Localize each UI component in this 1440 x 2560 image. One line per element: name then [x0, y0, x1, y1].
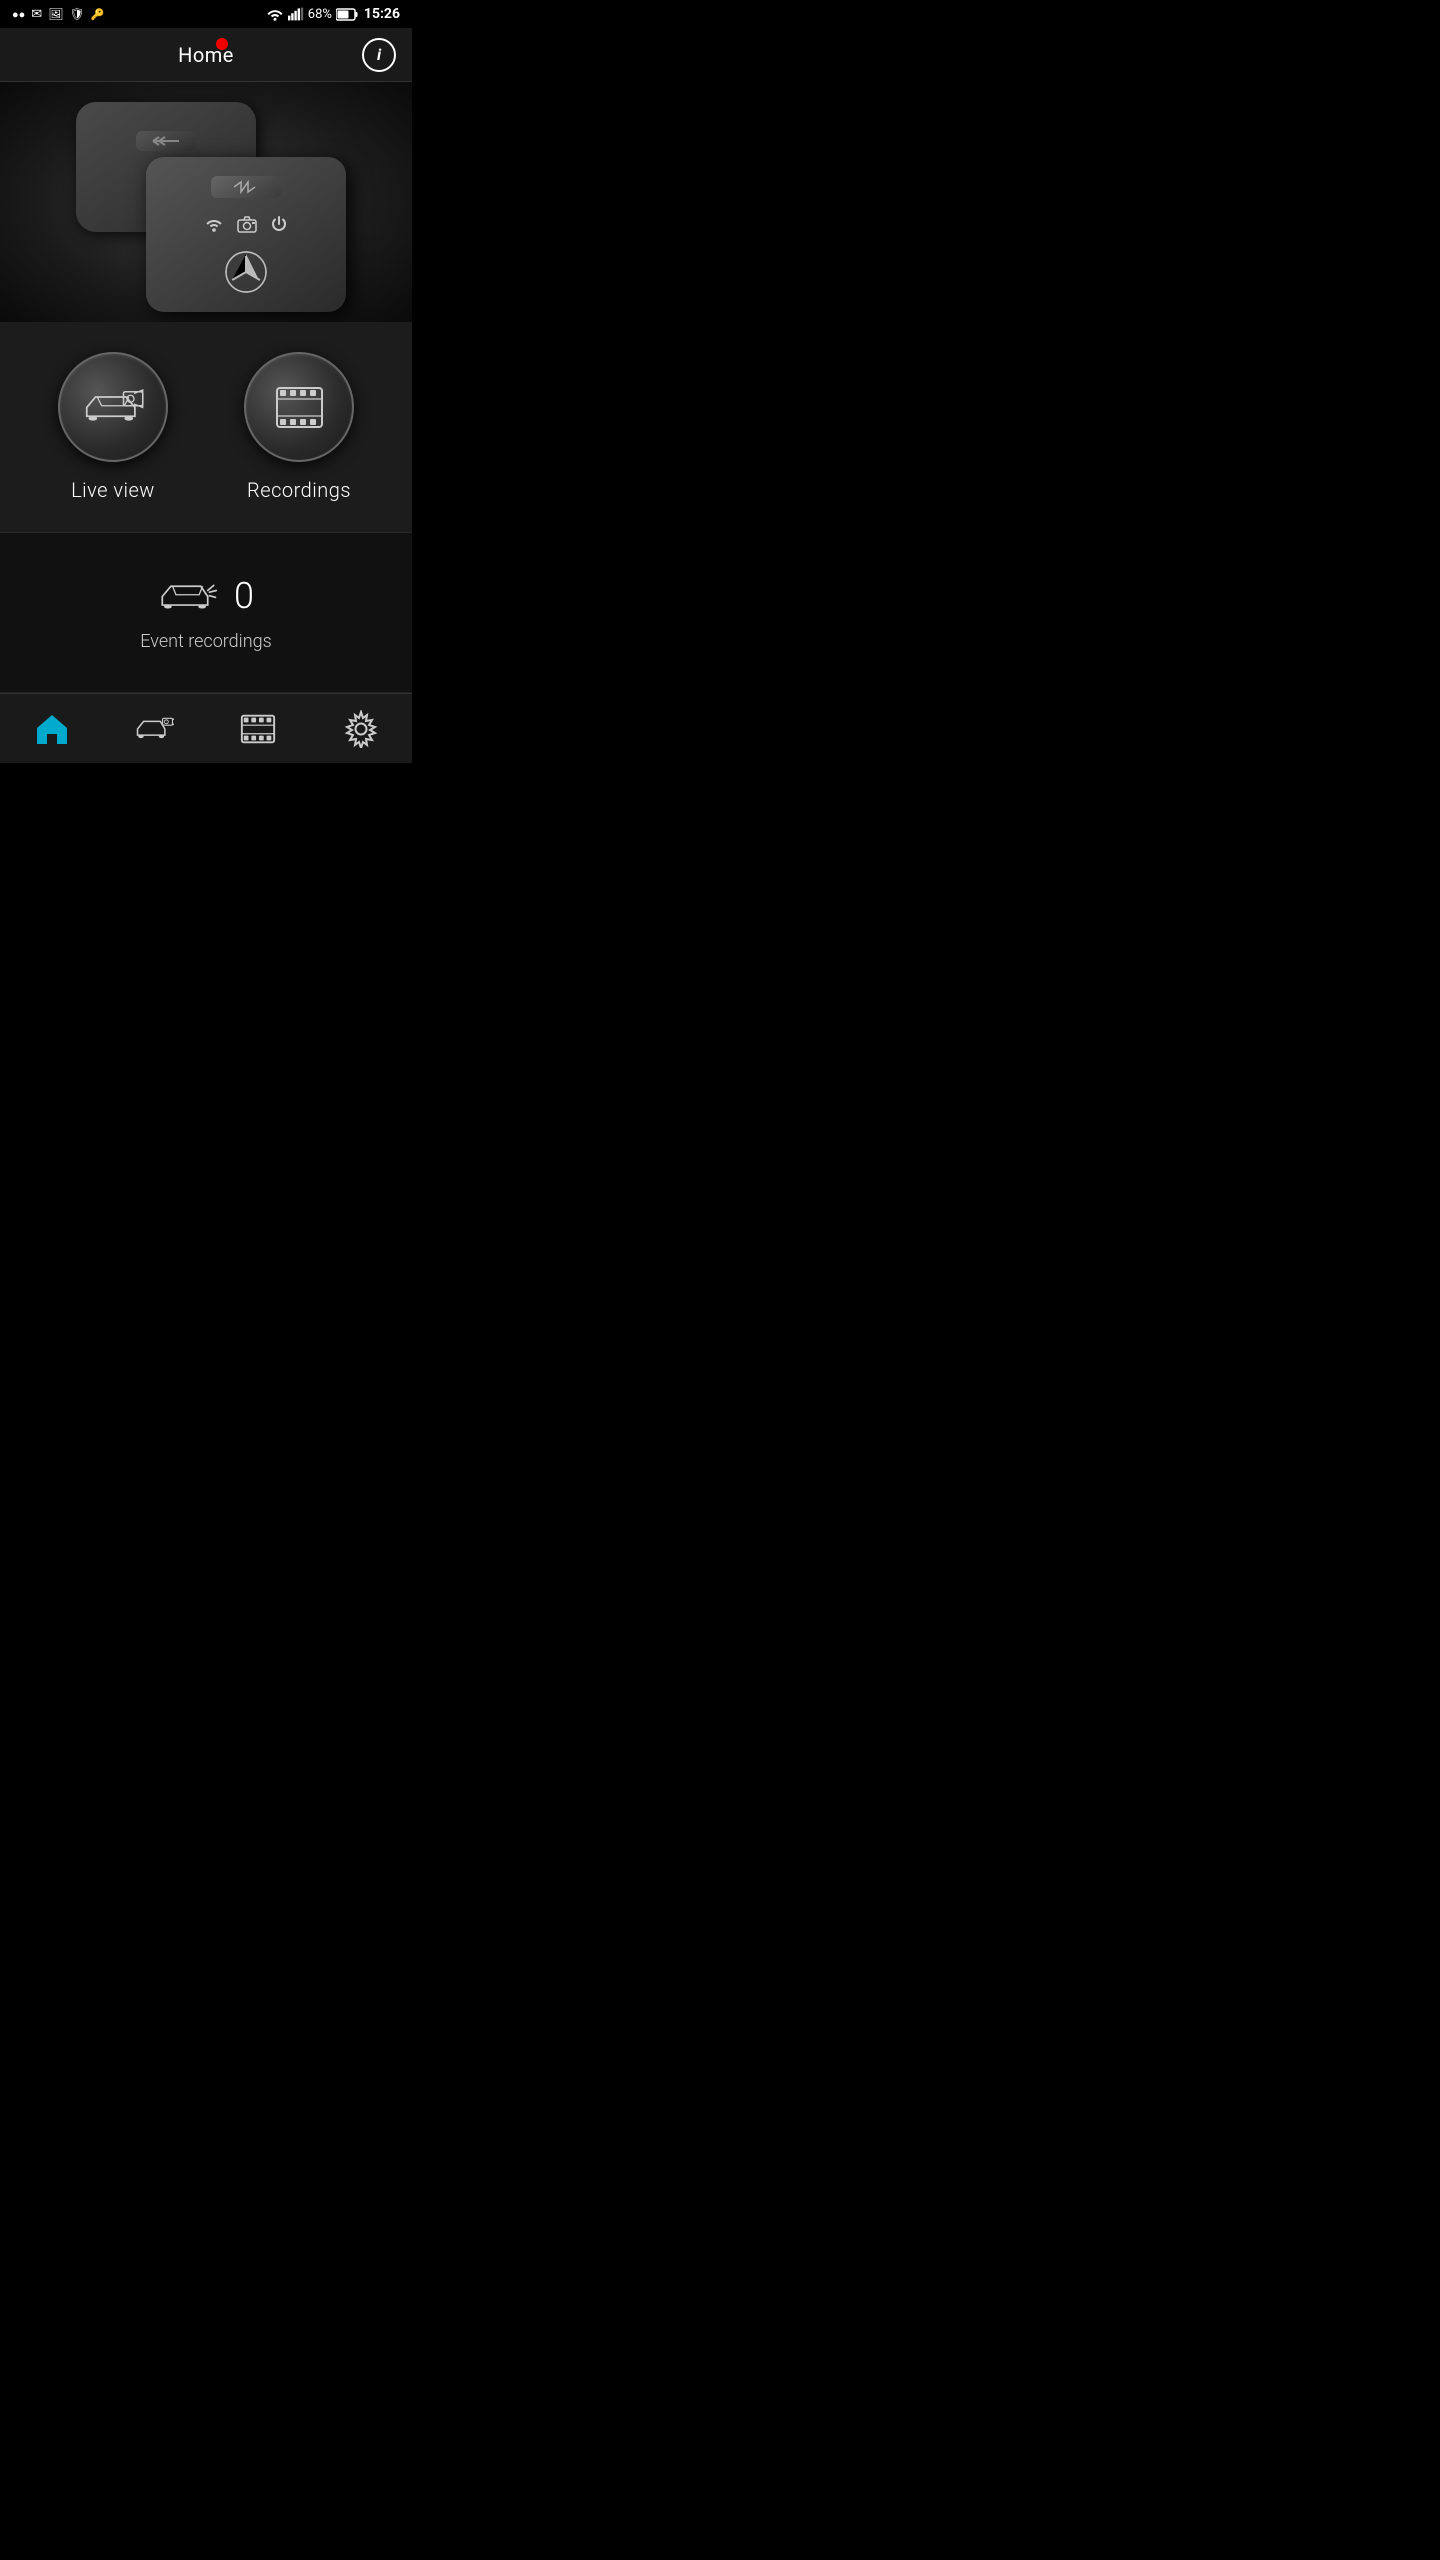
nav-home[interactable] [0, 694, 103, 763]
settings-nav-icon [342, 710, 380, 748]
device-front-buttons-row [204, 215, 288, 233]
device-front [146, 157, 346, 312]
device-wifi-icon [204, 215, 224, 233]
status-icons-left: ●● ✉ 🖼 🛡 🔑 [12, 7, 104, 22]
device-power-icon [270, 215, 288, 233]
live-view-label: Live view [71, 478, 155, 502]
recordings-label: Recordings [247, 478, 351, 502]
info-button[interactable]: i [362, 38, 396, 72]
battery-percent: 68% [308, 7, 332, 22]
nav-recordings[interactable] [206, 694, 309, 763]
event-section: 0 Event recordings [0, 533, 412, 693]
actions-row: Live view Recordings [0, 322, 412, 533]
recordings-circle [244, 352, 354, 462]
live-view-icon [78, 380, 148, 435]
picture-mail-icon: 🖼 [48, 7, 63, 21]
nav-live[interactable] [103, 694, 206, 763]
device-image-section [0, 82, 412, 322]
bottom-nav [0, 693, 412, 763]
car-crash-icon [158, 574, 218, 619]
recording-indicator [216, 38, 228, 50]
wifi-icon [266, 7, 284, 21]
dot-icon: ●● [12, 8, 25, 21]
battery-icon [336, 8, 358, 21]
status-icons-right: 68% 15:26 [266, 6, 400, 22]
nav-settings[interactable] [309, 694, 412, 763]
time-display: 15:26 [364, 6, 400, 22]
shield-icon: 🛡 [69, 7, 84, 21]
device-front-top-button [211, 176, 281, 198]
header: Home i [0, 28, 412, 82]
recordings-button[interactable]: Recordings [206, 352, 392, 502]
home-nav-icon [33, 710, 71, 748]
mail-icon: ✉ [31, 7, 42, 22]
signal-icon [288, 7, 304, 21]
live-view-button[interactable]: Live view [20, 352, 206, 502]
live-nav-icon [136, 710, 174, 748]
mercedes-star-front [224, 250, 268, 294]
event-recordings-label: Event recordings [140, 631, 271, 652]
event-row: 0 [158, 574, 254, 619]
key-icon: 🔑 [91, 8, 105, 21]
live-view-circle [58, 352, 168, 462]
device-camera-icon [236, 215, 258, 233]
device-container [66, 92, 346, 312]
status-bar: ●● ✉ 🖼 🛡 🔑 68% 15:26 [0, 0, 412, 28]
recordings-icon [272, 380, 327, 435]
event-count: 0 [234, 575, 254, 617]
recordings-nav-icon [239, 710, 277, 748]
device-back-button [136, 131, 196, 151]
